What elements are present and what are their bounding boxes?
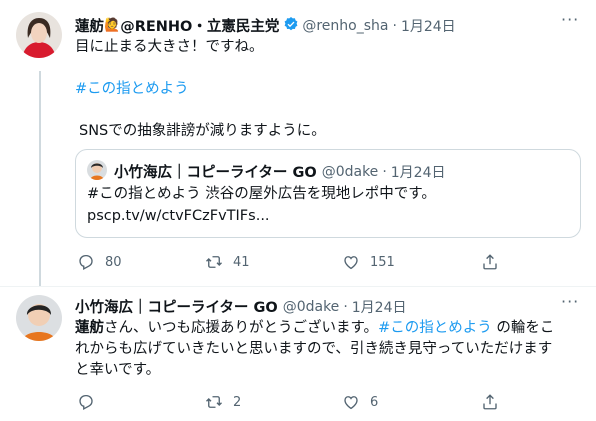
tweet-text-line: SNSでの抽象誹謗が減りますように。 <box>79 123 326 139</box>
text-segment: の輪をこ <box>491 320 555 336</box>
dot-separator: · <box>343 298 348 315</box>
quote-text: #この指とめよう 渋谷の屋外広告を現地レポ中です。 <box>87 184 436 205</box>
quoted-tweet[interactable]: 小竹海広｜コピーライター GO @0dake · 1月24日 #この指とめよう … <box>75 149 581 238</box>
retweet-count: 41 <box>233 254 250 270</box>
tweet-text-line: れからも広げていきたいと思いますので、引き続き見守っていただけます <box>75 341 553 357</box>
dot-separator: · <box>382 163 387 180</box>
quote-header: 小竹海広｜コピーライター GO @0dake · 1月24日 <box>114 161 446 182</box>
share-button[interactable] <box>481 253 499 271</box>
reply-button[interactable]: 80 <box>77 253 122 271</box>
reply-icon <box>79 254 93 271</box>
display-name[interactable]: 小竹海広｜コピーライター GO <box>75 296 278 317</box>
handle[interactable]: @0dake <box>283 299 340 315</box>
display-name[interactable]: 蓮舫 <box>75 15 104 36</box>
more-icon[interactable]: ··· <box>561 10 579 29</box>
handle[interactable]: @renho_sha <box>302 18 388 34</box>
avatar[interactable] <box>16 12 62 58</box>
reply-button[interactable] <box>77 393 105 411</box>
like-count: 151 <box>370 254 395 270</box>
like-icon <box>344 256 358 270</box>
retweet-button[interactable]: 41 <box>205 253 250 271</box>
quote-link: pscp.tv/w/ctvFCzFvTIFs... <box>87 208 270 224</box>
mention[interactable]: 蓮舫 <box>75 320 104 336</box>
avatar <box>87 160 107 180</box>
party-name[interactable]: @RENHO・立憲民主党 <box>120 15 279 36</box>
tweet-text-line: 蓮舫さん、いつも応援ありがとうございます。#この指とめよう の輪をこ <box>75 318 554 339</box>
share-button[interactable] <box>481 393 499 411</box>
retweet-count: 2 <box>233 394 242 410</box>
timestamp[interactable]: 1月24日 <box>352 297 407 317</box>
hashtag-link: #この指とめよう <box>87 186 201 202</box>
like-button[interactable]: 6 <box>342 393 378 411</box>
reply-icon <box>79 394 93 411</box>
retweet-icon <box>206 396 222 408</box>
text-segment: さん、いつも応援ありがとうございます。 <box>104 320 379 336</box>
tweet-header: 小竹海広｜コピーライター GO @0dake · 1月24日 <box>75 296 407 317</box>
tweet-text-line: と幸いです。 <box>75 362 161 378</box>
reply-count: 80 <box>105 254 122 270</box>
tweet-header: 蓮舫 🙋 @RENHO・立憲民主党 @renho_sha · 1月24日 <box>75 15 456 36</box>
retweet-button[interactable]: 2 <box>205 393 241 411</box>
hashtag-link[interactable]: #この指とめよう <box>378 320 492 336</box>
tweet-text-line: 目に止まる大きさ！ですね。 <box>75 39 264 55</box>
quote-body: 渋谷の屋外広告を現地レポ中です。 <box>200 186 436 202</box>
more-icon[interactable]: ··· <box>561 292 579 311</box>
dot-separator: · <box>392 17 397 34</box>
retweet-icon <box>206 256 222 268</box>
share-icon <box>483 394 497 410</box>
like-button[interactable]: 151 <box>342 253 395 271</box>
name-emoji: 🙋 <box>104 18 121 33</box>
divider <box>0 286 596 287</box>
handle: @0dake <box>321 163 379 180</box>
hashtag-link[interactable]: #この指とめよう <box>75 79 189 100</box>
timestamp: 1月24日 <box>390 164 446 181</box>
verified-badge-icon <box>283 16 299 36</box>
avatar[interactable] <box>16 295 62 341</box>
timestamp[interactable]: 1月24日 <box>401 16 456 36</box>
thread-connector <box>39 71 41 286</box>
like-icon <box>344 396 358 410</box>
like-count: 6 <box>370 394 379 410</box>
share-icon <box>483 254 497 270</box>
display-name: 小竹海広｜コピーライター GO <box>114 165 317 181</box>
